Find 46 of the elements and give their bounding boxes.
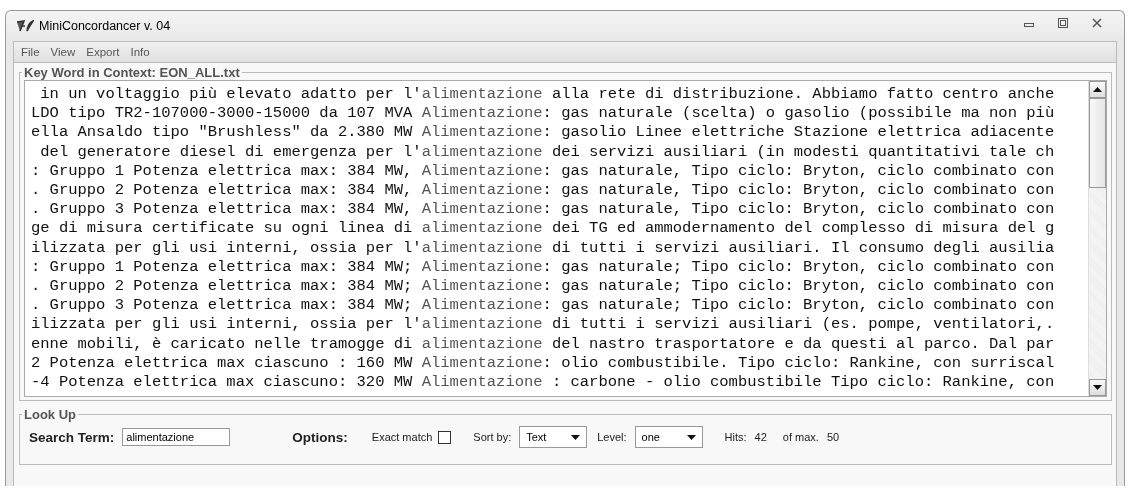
concordance-line: . Gruppo 2 Potenza elettrica max: 384 MW; Alimentazione: gas naturale; Tipo ciclo: Bryton, ciclo combinato con xyxy=(31,277,1056,297)
scrollbar[interactable] xyxy=(1088,81,1106,396)
hits-count: 42 xyxy=(754,431,767,443)
menu-item[interactable]: File xyxy=(21,46,40,58)
level-dropdown[interactable]: one xyxy=(634,426,703,448)
max-count: 50 xyxy=(826,431,840,443)
menu-item[interactable]: Info xyxy=(130,46,150,58)
level-label: Level: xyxy=(597,431,627,443)
search-label: Search Term: xyxy=(29,429,115,445)
concordance-line: . Gruppo 3 Potenza elettrica max: 384 MW, Alimentazione: gas naturale, Tipo ciclo: Bryton, ciclo combinato con xyxy=(31,200,1056,220)
scroll-up-button[interactable] xyxy=(1089,81,1106,98)
concordance-line: LDO tipo TR2-107000-3000-15000 da 107 MVA Alimentazione: gas naturale (scelta) o gasolio (possibile ma non più xyxy=(31,104,1056,124)
panel-title: Look Up xyxy=(23,407,77,422)
concordance-line: ilizzata per gli usi interni, ossia per l'alimentazione di tutti i servizi ausiliari (es. pompe, ventilatori,. xyxy=(31,315,1056,335)
concordance-line: ilizzata per gli usi interni, ossia per l'alimentazione di tutti i servizi ausiliari. Il consumo degli ausilia xyxy=(31,238,1056,258)
dropdown-arrow-icon xyxy=(571,434,581,440)
concordance-line: ge di misura certificate su ogni linea di alimentazione dei TG ed ammodernamento del complesso di misura del g xyxy=(31,219,1056,239)
down-arrow-icon xyxy=(1093,385,1102,390)
exact-match-label: Exact match xyxy=(371,431,433,443)
concordance-line: 2 Potenza elettrica max ciascuno : 160 MW Alimentazione: olio combustibile. Tipo ciclo: Rankine, con surriscal xyxy=(31,353,1056,374)
concordance-line: ella Ansaldo tipo "Brushless" da 2.380 MW Alimentazione: gasolio Linee elettriche Stazione elettrica adiacente xyxy=(31,123,1056,143)
concordance-line: . Gruppo 2 Potenza elettrica max: 384 MW, Alimentazione: gas naturale, Tipo ciclo: Bryton, ciclo combinato con xyxy=(31,181,1056,201)
close-icon xyxy=(1092,18,1102,28)
window-title: MiniConcordancer v. 04 xyxy=(39,19,171,33)
sort-label: Sort by: xyxy=(473,431,512,443)
options-label: Options: xyxy=(292,429,348,445)
concordance-line: : Gruppo 1 Potenza elettrica max: 384 MW; Alimentazione: gas naturale; Tipo ciclo: Bryton, ciclo combinato con xyxy=(31,257,1056,278)
dropdown-arrow-icon xyxy=(686,434,696,440)
panel-title: Key Word in Context: EON_ALL.txt xyxy=(23,65,241,80)
scroll-thumb[interactable] xyxy=(1089,98,1106,188)
sort-dropdown[interactable]: Text xyxy=(519,426,588,448)
menu-item[interactable]: View xyxy=(50,46,76,58)
max-label: of max. xyxy=(782,431,819,443)
exact-match-checkbox[interactable] xyxy=(438,430,452,444)
concordance-line: enne mobili, è caricato nelle tramogge di alimentazione del nastro trasportatore e da questi al parco. Dal par xyxy=(31,334,1056,354)
concordance-line: : Gruppo 1 Potenza elettrica max: 384 MW, Alimentazione: gas naturale, Tipo ciclo: Bryton, ciclo combinato con xyxy=(31,161,1056,181)
concordance-line: -4 Potenza elettrica max ciascuno: 320 MW Alimentazione : carbone - olio combustibile Tipo ciclo: Rankine, con xyxy=(31,373,1056,393)
hits-label: Hits: xyxy=(724,431,747,443)
scroll-down-button[interactable] xyxy=(1089,379,1106,396)
maximize-icon xyxy=(1058,18,1068,28)
search-field[interactable]: alimentazione xyxy=(122,428,231,446)
concordance-line: in un voltaggio più elevato adatto per l'alimentazione alla rete di distribuzione. Abbiamo fatto centro anche xyxy=(39,85,1056,105)
concordance-line: del generatore diesel di emergenza per l'alimentazione dei servizi ausiliari (in modesti quantitativi tale ch xyxy=(39,142,1056,162)
menu-item[interactable]: Export xyxy=(86,46,120,58)
concordance-line: . Gruppo 3 Potenza elettrica max: 384 MW; Alimentazione: gas naturale; Tipo ciclo: Bryton, ciclo combinato con xyxy=(31,296,1056,316)
up-arrow-icon xyxy=(1093,87,1102,92)
